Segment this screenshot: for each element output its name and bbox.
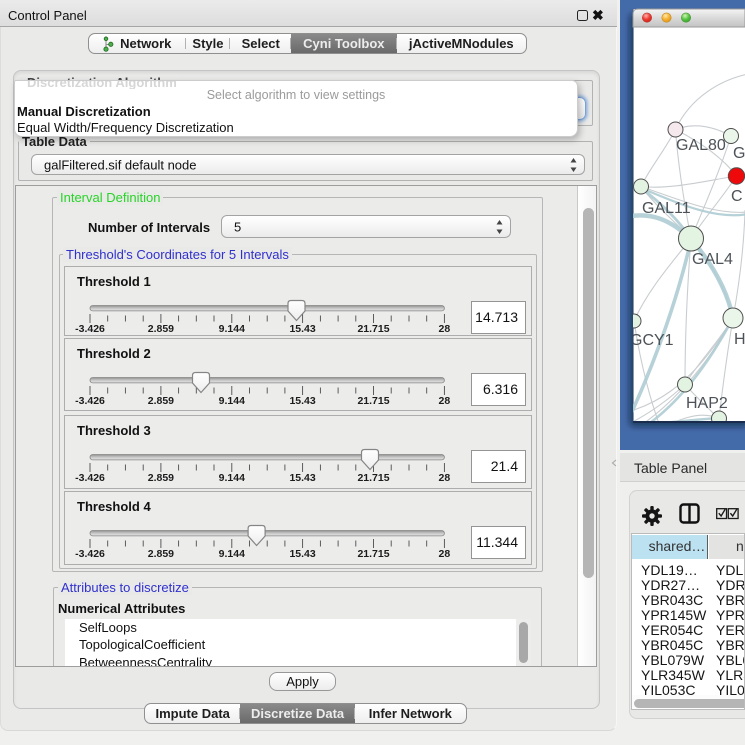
svg-text:-3.426: -3.426 (75, 548, 105, 560)
svg-text:GA: GA (733, 145, 745, 162)
svg-text:-3.426: -3.426 (75, 472, 105, 484)
svg-text:9.144: 9.144 (219, 395, 245, 407)
svg-text:15.43: 15.43 (289, 323, 315, 335)
svg-text:15.43: 15.43 (289, 395, 315, 407)
svg-text:21.715: 21.715 (357, 323, 389, 335)
svg-text:C: C (731, 188, 743, 205)
svg-text:21.715: 21.715 (357, 472, 389, 484)
svg-text:28: 28 (439, 548, 451, 560)
svg-text:-3.426: -3.426 (75, 395, 105, 407)
svg-text:28: 28 (439, 472, 451, 484)
svg-text:9.144: 9.144 (219, 323, 245, 335)
svg-text:GCY1: GCY1 (630, 332, 674, 349)
svg-text:2.859: 2.859 (148, 323, 174, 335)
svg-text:15.43: 15.43 (289, 472, 315, 484)
svg-text:HAP2: HAP2 (686, 395, 728, 412)
svg-text:9.144: 9.144 (219, 472, 245, 484)
svg-text:GAL80: GAL80 (676, 137, 726, 154)
svg-text:H: H (734, 331, 745, 348)
svg-text:28: 28 (439, 323, 451, 335)
svg-text:15.43: 15.43 (289, 548, 315, 560)
svg-text:28: 28 (439, 395, 451, 407)
svg-text:21.715: 21.715 (357, 548, 389, 560)
svg-text:9.144: 9.144 (219, 548, 245, 560)
svg-text:GAL11: GAL11 (642, 200, 691, 217)
svg-text:GAL4: GAL4 (692, 251, 733, 268)
svg-text:2.859: 2.859 (148, 395, 174, 407)
svg-text:-3.426: -3.426 (75, 323, 105, 335)
svg-text:2.859: 2.859 (148, 548, 174, 560)
svg-text:2.859: 2.859 (148, 472, 174, 484)
svg-text:21.715: 21.715 (357, 395, 389, 407)
